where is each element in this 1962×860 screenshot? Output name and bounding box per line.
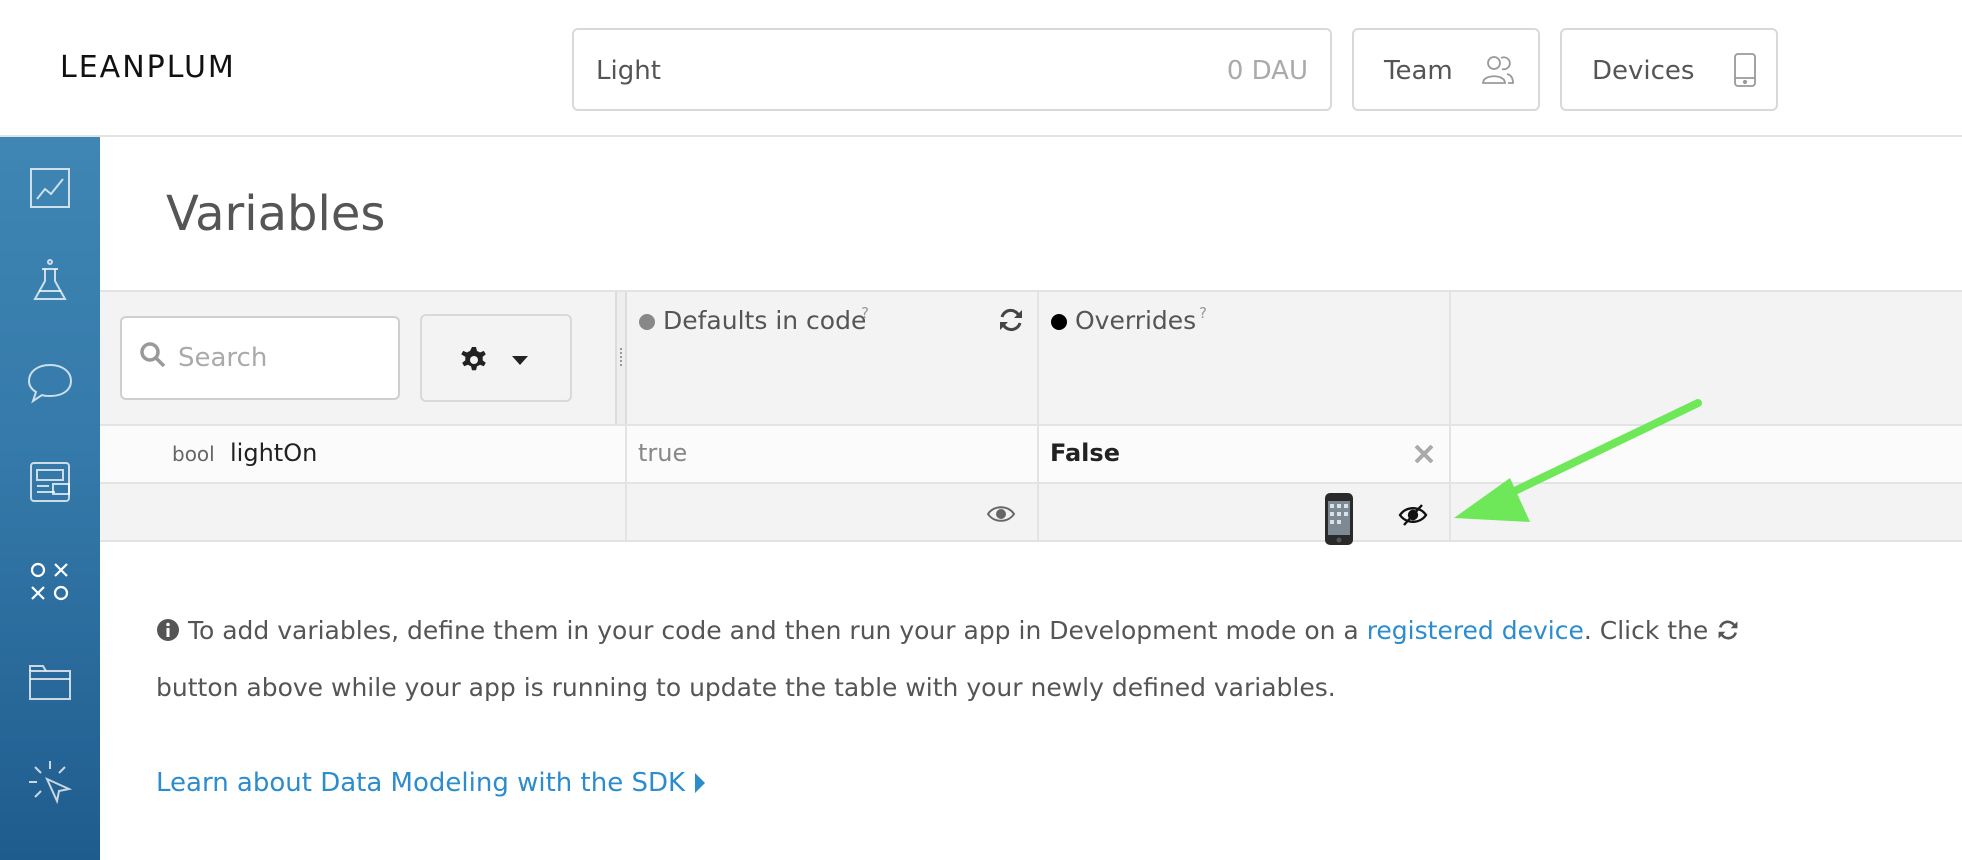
info-text-2: . Click the: [1583, 616, 1717, 645]
info-icon: [156, 607, 180, 661]
sidebar: [0, 137, 100, 860]
team-icon: [1480, 52, 1516, 92]
phone-device-image[interactable]: [1324, 492, 1354, 550]
gear-icon: [460, 346, 488, 378]
eye-slash-icon[interactable]: [1398, 504, 1428, 530]
dashboard-icon[interactable]: [25, 457, 75, 507]
info-text-3: button above while your app is running t…: [156, 673, 1336, 702]
files-icon[interactable]: [25, 657, 75, 707]
devices-label: Devices: [1592, 56, 1695, 86]
defaults-help[interactable]: ?: [861, 304, 869, 322]
info-text-1: To add variables, define them in your co…: [180, 616, 1367, 645]
team-label: Team: [1384, 56, 1453, 86]
close-icon[interactable]: [1413, 443, 1435, 469]
search-field[interactable]: [120, 316, 400, 400]
eye-icon[interactable]: [986, 504, 1016, 528]
defaults-column-header: Defaults in code ?: [627, 292, 1039, 426]
overrides-column-title: Overrides: [1075, 306, 1197, 335]
top-header: LEANPLUM Light 0 DAU Team Devices: [0, 0, 1962, 137]
defaults-column-title: Defaults in code: [663, 306, 867, 335]
learn-link-label: Learn about Data Modeling with the SDK: [156, 768, 686, 798]
variable-name: lightOn: [230, 439, 318, 467]
variable-default-value: true: [638, 439, 688, 467]
settings-dropdown-button[interactable]: [420, 314, 572, 402]
defaults-status-dot: [639, 314, 655, 330]
variable-type: bool: [172, 442, 215, 466]
search-icon: [138, 340, 168, 374]
registered-device-link[interactable]: registered device: [1367, 616, 1584, 645]
app-selector[interactable]: Light 0 DAU: [572, 28, 1332, 111]
analytics-icon[interactable]: [25, 163, 75, 213]
overrides-status-dot: [1051, 314, 1067, 330]
overrides-column-header: Overrides ?: [1039, 292, 1451, 426]
overrides-help[interactable]: ?: [1199, 304, 1207, 322]
refresh-icon[interactable]: [997, 306, 1025, 338]
device-icon: [1732, 52, 1758, 92]
variables-icon[interactable]: [25, 557, 75, 607]
dau-count: 0 DAU: [1226, 56, 1308, 86]
caret-right-icon: [695, 773, 706, 793]
interface-editor-icon[interactable]: [25, 757, 75, 807]
messaging-icon[interactable]: [25, 357, 75, 407]
info-message: To add variables, define them in your co…: [156, 604, 1756, 715]
annotation-arrow: [1454, 399, 1702, 522]
page-title: Variables: [166, 186, 386, 242]
column-resize-handle[interactable]: [615, 292, 627, 426]
devices-button[interactable]: Devices: [1560, 28, 1778, 111]
ab-test-icon[interactable]: [25, 257, 75, 307]
leanplum-logo[interactable]: LEANPLUM: [60, 50, 236, 85]
variable-override-value[interactable]: False: [1050, 439, 1120, 467]
team-button[interactable]: Team: [1352, 28, 1540, 111]
app-name: Light: [596, 56, 661, 86]
search-input[interactable]: [178, 338, 388, 378]
table-toolbar: [100, 292, 615, 426]
learn-data-modeling-link[interactable]: Learn about Data Modeling with the SDK: [156, 768, 706, 798]
refresh-icon: [1716, 607, 1740, 661]
chevron-down-icon: [512, 356, 528, 365]
